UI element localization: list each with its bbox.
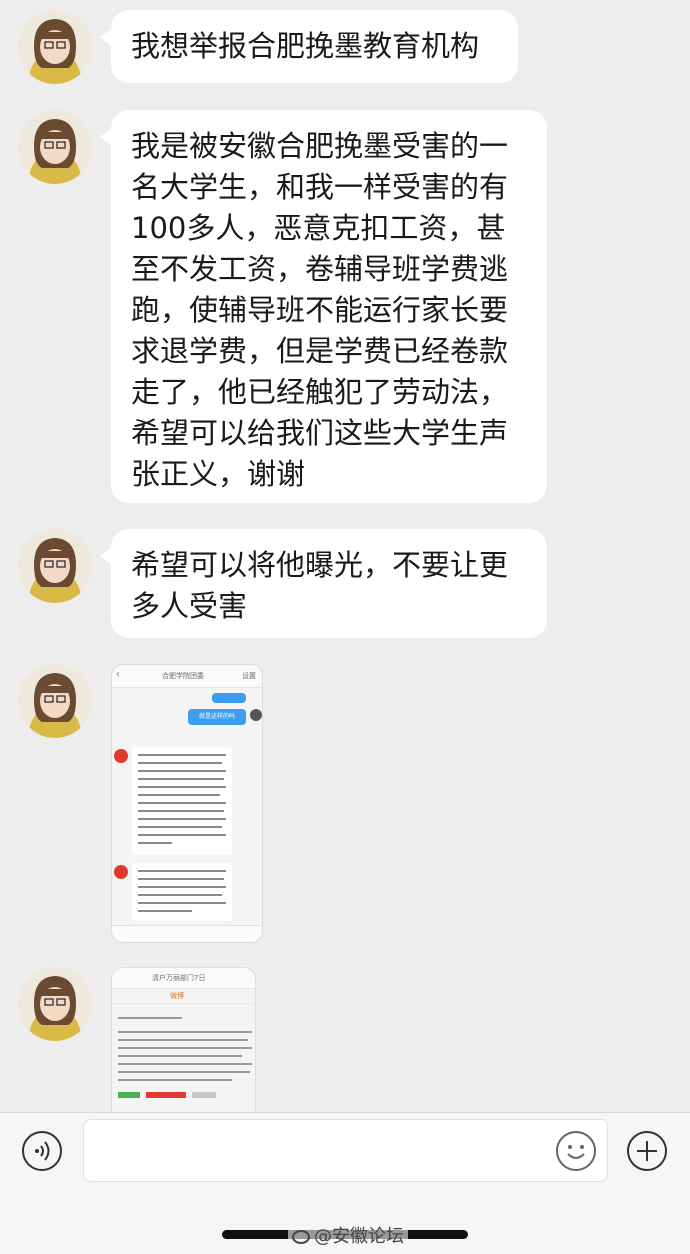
screenshot-received-bubble [132, 863, 232, 921]
screenshot-input-bar [112, 925, 262, 942]
screenshot-tabs: 微博 [112, 989, 255, 1004]
avatar[interactable] [18, 110, 92, 184]
message-text: 我是被安徽合肥挽墨受害的一名大学生，和我一样受害的有100多人，恶意克扣工资，甚… [131, 129, 509, 491]
message-bubble[interactable]: 我想举报合肥挽墨教育机构 [100, 10, 518, 83]
screenshot-avatar [114, 749, 128, 763]
message-bubble[interactable]: 我是被安徽合肥挽墨受害的一名大学生，和我一样受害的有100多人，恶意克扣工资，甚… [100, 110, 547, 503]
text-lines [138, 870, 226, 912]
screenshot-header: 清户万丽部门7日 [112, 968, 255, 989]
screenshot-title: 清户万丽部门7日 [152, 974, 206, 982]
watermark: @安徽论坛 [288, 1222, 408, 1248]
screenshot-sent-bubble: 就是这样的吗 [188, 709, 246, 725]
screenshot-settings: 设置 [242, 672, 256, 680]
screenshot-received-bubble [132, 747, 232, 855]
message-text: 我想举报合肥挽墨教育机构 [131, 29, 480, 63]
image-message[interactable]: 清户万丽部门7日 微博 [111, 967, 256, 1112]
watermark-text: @安徽论坛 [314, 1226, 404, 1247]
avatar[interactable] [18, 664, 92, 738]
input-bar: @安徽论坛 [0, 1112, 690, 1254]
message-text: 希望可以将他曝光，不要让更多人受害 [131, 548, 509, 623]
message-bubble[interactable]: 希望可以将他曝光，不要让更多人受害 [100, 529, 547, 638]
image-message[interactable]: ‹ 合肥学院团委 设置 就是这样的吗 [111, 664, 263, 943]
screenshot-header: ‹ 合肥学院团委 设置 [112, 665, 262, 688]
message-input[interactable] [83, 1119, 608, 1182]
chat-area: 我想举报合肥挽墨教育机构 我是被安徽合肥挽墨受害的一名大学生，和我一样受害的有1… [0, 0, 690, 1112]
text-lines [138, 754, 226, 844]
screenshot-avatar [250, 709, 262, 721]
emoji-icon[interactable] [556, 1131, 596, 1171]
screenshot-tab: 微博 [170, 992, 184, 1000]
voice-icon[interactable] [22, 1131, 62, 1171]
plus-icon[interactable] [627, 1131, 667, 1171]
weibo-icon [292, 1230, 310, 1244]
avatar[interactable] [18, 10, 92, 84]
screenshot-sent-bubble [212, 693, 246, 703]
back-icon: ‹ [116, 669, 120, 680]
avatar[interactable] [18, 529, 92, 603]
screenshot-title: 合肥学院团委 [162, 672, 204, 680]
avatar[interactable] [18, 967, 92, 1041]
screenshot-avatar [114, 865, 128, 879]
text-lines [118, 1017, 252, 1098]
